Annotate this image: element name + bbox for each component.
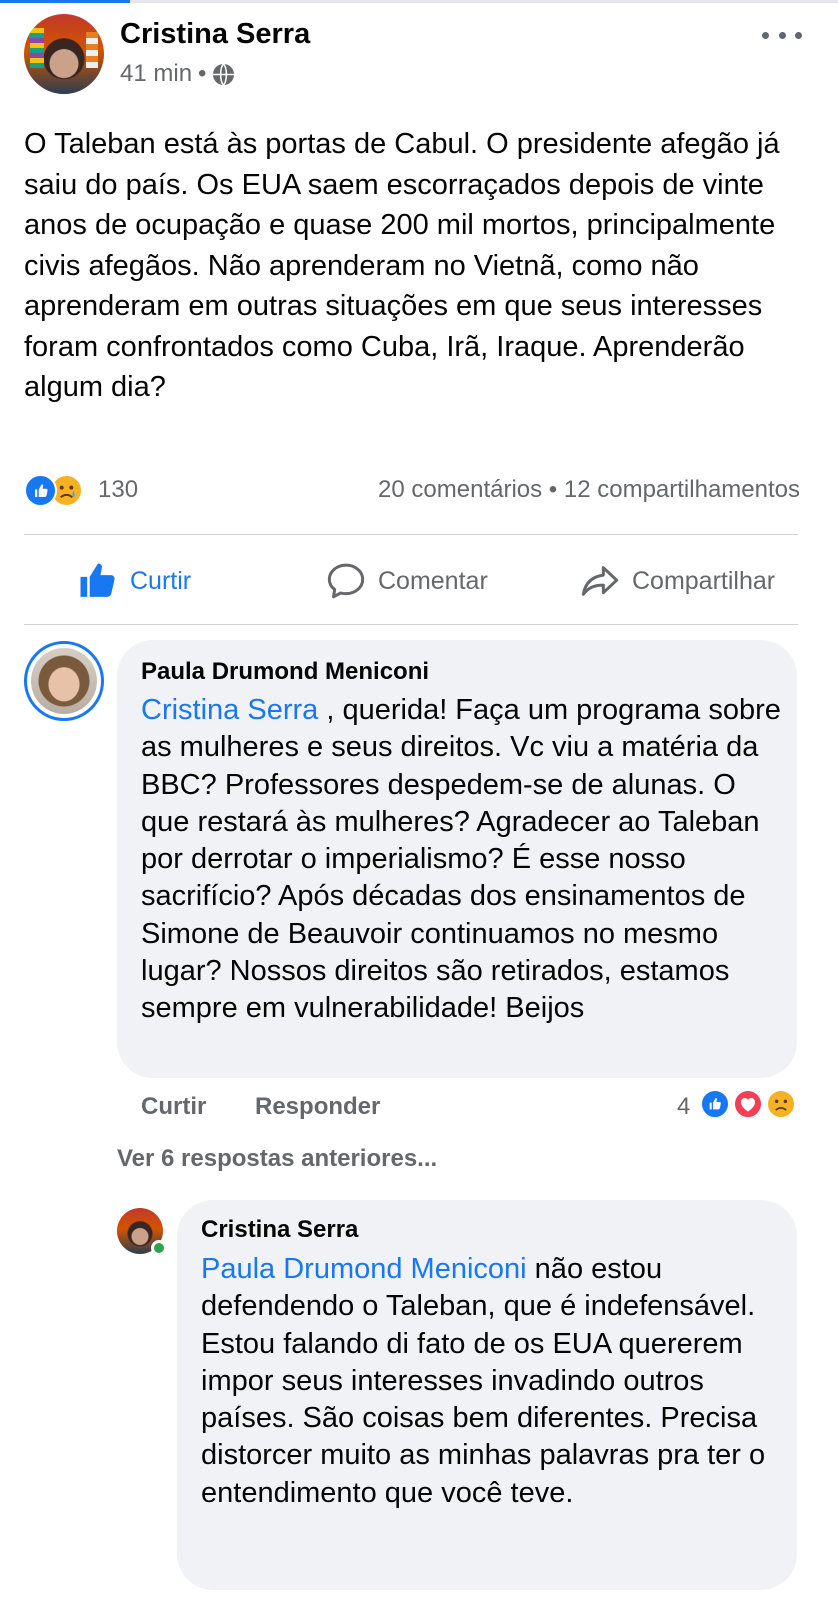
avatar-bookshelf xyxy=(30,28,44,68)
globe-icon xyxy=(213,62,235,86)
sad-icon xyxy=(766,1089,796,1119)
comment-bubble-icon xyxy=(327,563,365,599)
view-previous-replies-link[interactable]: Ver 6 respostas anteriores... xyxy=(117,1145,437,1173)
reply-author[interactable]: Cristina Serra xyxy=(201,1216,358,1244)
comment-text: Cristina Serra , querida! Faça um progra… xyxy=(141,692,781,1028)
comment-button[interactable]: Comentar xyxy=(326,540,488,622)
comment-label: Comentar xyxy=(378,566,488,595)
comment-reply-button[interactable]: Responder xyxy=(255,1093,380,1121)
reply-bubble: Cristina Serra Paula Drumond Meniconi nã… xyxy=(177,1200,797,1590)
share-arrow-icon xyxy=(581,566,619,596)
dot-icon xyxy=(762,31,769,39)
top-accent-bar xyxy=(0,0,130,3)
thumbs-up-icon xyxy=(80,563,115,597)
comments-shares-count[interactable]: 20 comentários • 12 compartilhamentos xyxy=(378,476,800,504)
post-action-bar: Curtir Comentar Compartilhar xyxy=(24,540,798,622)
reply-body: não estou defendendo o Taleban, que é in… xyxy=(201,1253,766,1509)
like-icon xyxy=(24,474,57,507)
comment-bubble: Paula Drumond Meniconi Cristina Serra , … xyxy=(117,640,797,1078)
divider xyxy=(24,624,798,625)
meta-separator: • xyxy=(198,60,207,87)
more-options-button[interactable] xyxy=(762,20,802,50)
dot-icon xyxy=(795,31,802,39)
divider xyxy=(24,534,798,535)
avatar-bookshelf xyxy=(86,32,98,68)
comment-body: , querida! Faça um programa sobre as mul… xyxy=(141,694,781,1025)
post-text: O Taleban está às portas de Cabul. O pre… xyxy=(24,128,780,403)
comment-author[interactable]: Paula Drumond Meniconi xyxy=(141,658,429,686)
like-icon xyxy=(700,1089,730,1119)
reply-text: Paula Drumond Meniconi não estou defende… xyxy=(201,1251,787,1512)
post-header: Cristina Serra 41 min • xyxy=(24,14,814,94)
mention-link[interactable]: Paula Drumond Meniconi xyxy=(201,1253,527,1285)
post-time[interactable]: 41 min xyxy=(120,60,192,88)
comment-like-button[interactable]: Curtir xyxy=(141,1093,206,1121)
like-label: Curtir xyxy=(130,566,192,595)
share-button[interactable]: Compartilhar xyxy=(580,540,775,622)
reactions-summary[interactable]: 130 20 comentários • 12 compartilhamento… xyxy=(24,472,800,508)
reaction-count: 130 xyxy=(98,476,139,503)
commenter-avatar[interactable] xyxy=(24,641,104,721)
mention-link[interactable]: Cristina Serra xyxy=(141,694,318,726)
author-avatar[interactable] xyxy=(24,14,104,94)
comment-reaction-count: 4 xyxy=(677,1093,691,1120)
love-icon xyxy=(733,1089,763,1119)
share-label: Compartilhar xyxy=(632,566,776,595)
like-button[interactable]: Curtir xyxy=(78,540,191,622)
dot-icon xyxy=(778,31,786,39)
post-author-name[interactable]: Cristina Serra xyxy=(120,18,310,51)
reaction-icons xyxy=(24,474,96,508)
online-status-indicator xyxy=(151,1240,167,1256)
post-meta: 41 min • xyxy=(120,60,235,88)
avatar-photo xyxy=(31,648,97,714)
